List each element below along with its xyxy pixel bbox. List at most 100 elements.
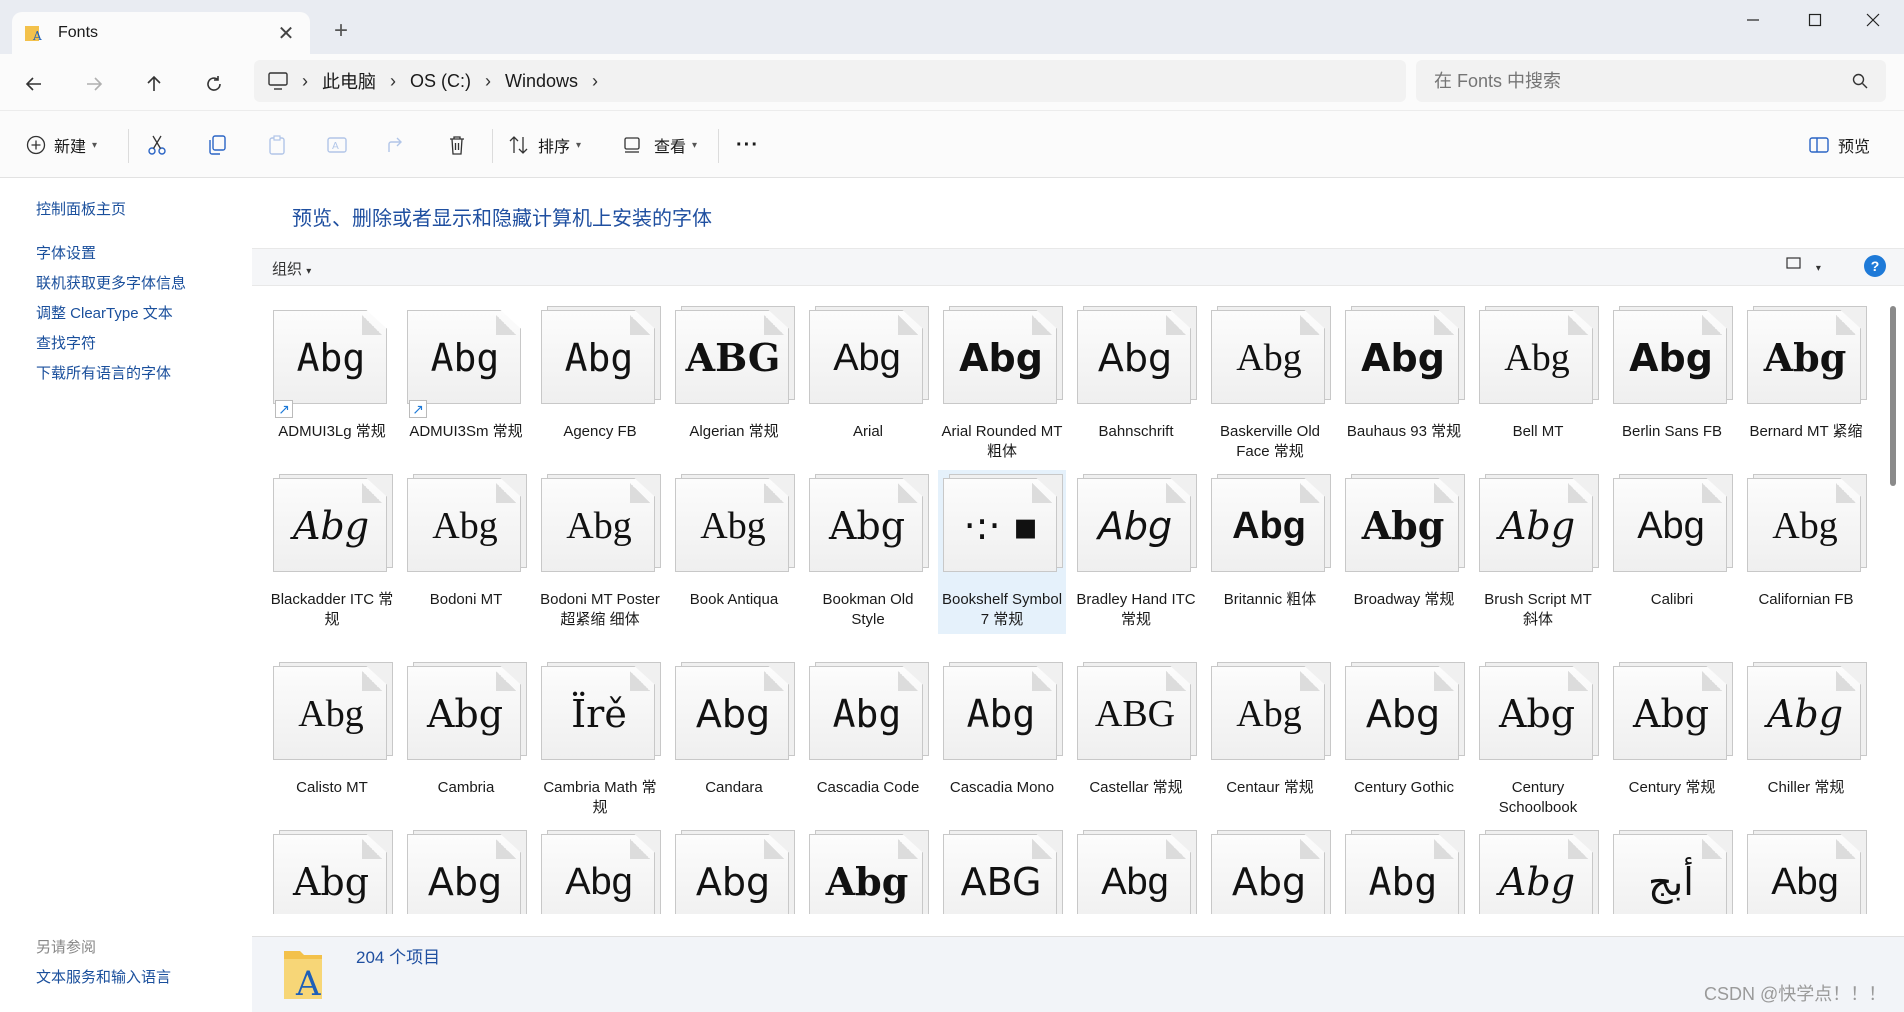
font-item[interactable]: Abg Brush Script MT 斜体: [1474, 470, 1602, 634]
rename-button[interactable]: A: [326, 123, 348, 167]
font-file-icon: Abg: [1077, 474, 1197, 572]
font-item[interactable]: Abg Bookman Old Style: [804, 470, 932, 634]
view-button[interactable]: 查看 ▾: [622, 123, 697, 167]
font-item[interactable]: Abg Baskerville Old Face 常规: [1206, 302, 1334, 466]
font-item[interactable]: Abg Calibri: [1608, 470, 1736, 634]
up-button[interactable]: [136, 66, 172, 102]
share-button[interactable]: [386, 123, 408, 167]
font-sample-text: Abg: [828, 504, 906, 548]
more-options-button[interactable]: ···: [736, 123, 759, 167]
font-item[interactable]: ABG: [938, 826, 1066, 914]
change-view-button[interactable]: ▾: [1786, 257, 1821, 274]
font-item[interactable]: ABG Castellar 常规: [1072, 658, 1200, 830]
font-sample-text: Abg: [1498, 504, 1576, 548]
font-item[interactable]: Abg Bahnschrift: [1072, 302, 1200, 466]
vertical-scrollbar[interactable]: [1890, 306, 1896, 486]
search-icon[interactable]: [1852, 73, 1868, 89]
font-item[interactable]: Abg: [670, 826, 798, 914]
font-item[interactable]: Abg Candara: [670, 658, 798, 830]
font-item[interactable]: أبج: [1608, 826, 1736, 914]
download-all-fonts-link[interactable]: 下载所有语言的字体: [36, 362, 171, 383]
font-item[interactable]: Abg Arial Rounded MT 粗体: [938, 302, 1066, 466]
font-item[interactable]: Abg Californian FB: [1742, 470, 1868, 634]
font-item[interactable]: ·:· ▪ Bookshelf Symbol 7 常规: [938, 470, 1066, 634]
breadcrumb-windows[interactable]: Windows: [505, 71, 578, 92]
font-item[interactable]: Abg: [536, 826, 664, 914]
help-button[interactable]: ?: [1864, 255, 1886, 277]
new-button[interactable]: 新建 ▾: [26, 123, 97, 167]
paste-button[interactable]: [266, 123, 288, 167]
tab-fonts[interactable]: A Fonts ✕: [12, 12, 310, 54]
address-bar[interactable]: › 此电脑 › OS (C:) › Windows ›: [254, 60, 1406, 102]
font-item[interactable]: Abg Calisto MT: [268, 658, 396, 830]
font-item[interactable]: Abg Bradley Hand ITC 常规: [1072, 470, 1200, 634]
new-label: 新建: [54, 139, 87, 156]
new-tab-button[interactable]: +: [326, 16, 356, 46]
font-item[interactable]: Abg: [402, 826, 530, 914]
font-item[interactable]: Abg Agency FB: [536, 302, 664, 466]
font-item[interactable]: Abg: [1072, 826, 1200, 914]
cleartype-link[interactable]: 调整 ClearType 文本: [36, 302, 173, 323]
control-panel-home-link[interactable]: 控制面板主页: [36, 198, 126, 219]
back-button[interactable]: [16, 66, 52, 102]
search-box[interactable]: [1416, 60, 1886, 102]
font-item[interactable]: Abg: [804, 826, 932, 914]
preview-pane-button[interactable]: 预览: [1808, 123, 1870, 167]
font-item[interactable]: Abg Cascadia Mono: [938, 658, 1066, 830]
font-item[interactable]: Abg: [268, 826, 396, 914]
close-window-button[interactable]: [1842, 0, 1904, 40]
font-name-label: Bookshelf Symbol 7 常规: [941, 591, 1063, 628]
maximize-button[interactable]: [1784, 0, 1846, 40]
breadcrumb-separator-icon[interactable]: ›: [485, 71, 491, 92]
cut-button[interactable]: [146, 123, 168, 167]
font-item[interactable]: Abg Cambria: [402, 658, 530, 830]
font-sample-text: Abg: [1231, 860, 1307, 904]
arrow-left-icon: [25, 77, 41, 91]
breadcrumb-separator-icon[interactable]: ›: [592, 71, 598, 92]
sort-button[interactable]: 排序 ▾: [508, 123, 581, 167]
font-sample-text: Abg: [695, 692, 771, 736]
font-item[interactable]: Abg Bell MT: [1474, 302, 1602, 466]
minimize-button[interactable]: [1722, 0, 1784, 40]
forward-button[interactable]: [76, 66, 112, 102]
font-item[interactable]: Abg: [1742, 826, 1868, 914]
font-item[interactable]: Abg Century Schoolbook: [1474, 658, 1602, 830]
font-item[interactable]: Abg ↗ ADMUI3Sm 常规: [402, 302, 530, 466]
font-settings-link[interactable]: 字体设置: [36, 242, 96, 263]
organize-menu[interactable]: 组织 ▾: [272, 258, 311, 279]
font-item[interactable]: Abg: [1340, 826, 1468, 914]
font-item[interactable]: Abg Britannic 粗体: [1206, 470, 1334, 634]
font-item[interactable]: Abg Berlin Sans FB: [1608, 302, 1736, 466]
font-item[interactable]: Abg Bauhaus 93 常规: [1340, 302, 1468, 466]
breadcrumb-this-pc[interactable]: 此电脑: [322, 68, 376, 94]
font-item[interactable]: Abg Century 常规: [1608, 658, 1736, 830]
font-item[interactable]: Abg Century Gothic: [1340, 658, 1468, 830]
font-item[interactable]: Abg Cascadia Code: [804, 658, 932, 830]
font-item[interactable]: Abg Book Antiqua: [670, 470, 798, 634]
font-item[interactable]: Abg: [1206, 826, 1334, 914]
copy-button[interactable]: [206, 123, 228, 167]
breadcrumb-separator-icon[interactable]: ›: [302, 71, 308, 92]
close-tab-button[interactable]: ✕: [274, 21, 298, 46]
font-item[interactable]: Abg: [1474, 826, 1602, 914]
font-item[interactable]: Ïrě Cambria Math 常规: [536, 658, 664, 830]
font-item[interactable]: Abg Broadway 常规: [1340, 470, 1468, 634]
delete-button[interactable]: [446, 123, 468, 167]
font-item[interactable]: ABG Algerian 常规: [670, 302, 798, 466]
font-item[interactable]: Abg ↗ ADMUI3Lg 常规: [268, 302, 396, 466]
font-item[interactable]: Abg Bodoni MT Poster 超紧缩 细体: [536, 470, 664, 634]
font-item[interactable]: Abg Centaur 常规: [1206, 658, 1334, 830]
font-item[interactable]: Abg Blackadder ITC 常规: [268, 470, 396, 634]
font-item[interactable]: Abg Bernard MT 紧缩: [1742, 302, 1868, 466]
search-input[interactable]: [1434, 70, 1852, 92]
find-character-link[interactable]: 查找字符: [36, 332, 96, 353]
get-more-fonts-link[interactable]: 联机获取更多字体信息: [36, 272, 186, 293]
font-sample-text: Abg: [1629, 336, 1713, 380]
font-item[interactable]: Abg Arial: [804, 302, 932, 466]
font-item[interactable]: Abg Chiller 常规: [1742, 658, 1868, 830]
refresh-button[interactable]: [196, 66, 232, 102]
text-services-link[interactable]: 文本服务和输入语言: [36, 966, 171, 987]
font-item[interactable]: Abg Bodoni MT: [402, 470, 530, 634]
breadcrumb-os-c[interactable]: OS (C:): [410, 71, 471, 92]
breadcrumb-separator-icon[interactable]: ›: [390, 71, 396, 92]
